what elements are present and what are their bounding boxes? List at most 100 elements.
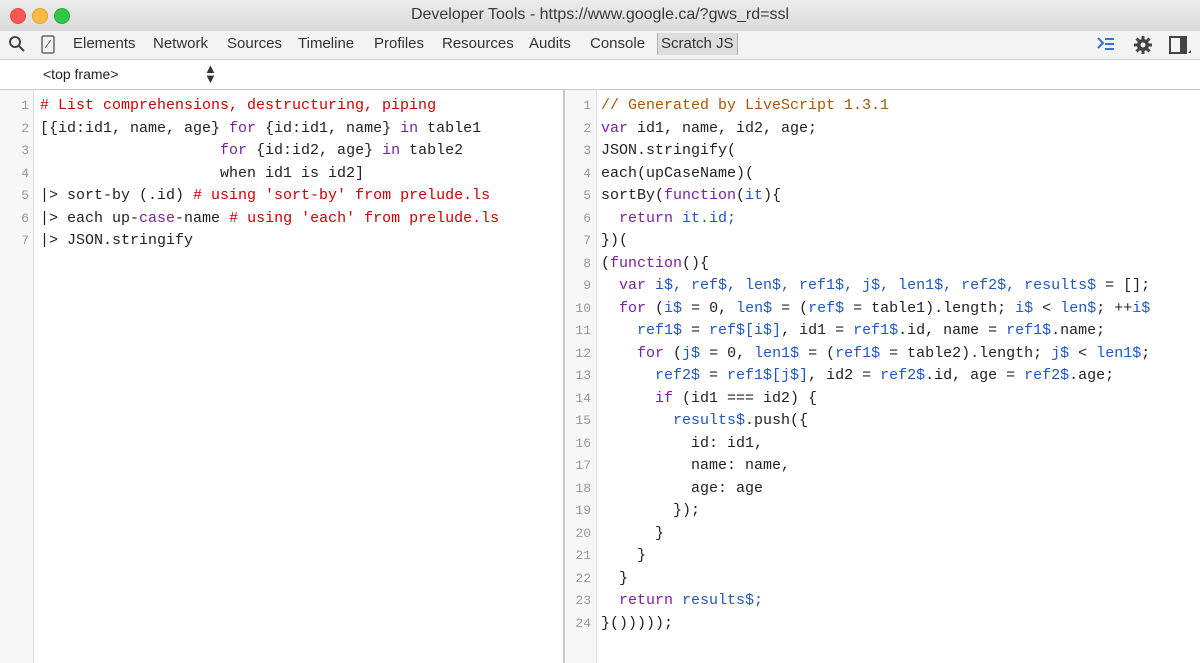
line-number: 12 — [575, 345, 591, 361]
line-number: 13 — [575, 368, 591, 383]
code-token: JSON.stringify( — [601, 142, 737, 159]
tab-audits[interactable]: Audits — [529, 35, 571, 52]
code-line[interactable]: return results$; — [601, 590, 763, 612]
line-number: 20 — [575, 525, 591, 541]
select-arrows-icon[interactable]: ▲ ▼ — [204, 62, 217, 85]
code-line[interactable]: } — [601, 568, 628, 590]
tab-resources[interactable]: Resources — [442, 35, 514, 52]
code-token: = — [682, 322, 710, 339]
code-line[interactable]: for {id:id2, age} in table2 — [40, 140, 463, 162]
code-line[interactable]: for (i$ = 0, len$ = (ref$ = table1).leng… — [601, 298, 1150, 320]
code-line[interactable]: return it.id; — [601, 208, 736, 230]
tab-scratch-js[interactable]: Scratch JS — [657, 33, 738, 55]
line-number: 23 — [575, 593, 591, 608]
code-token: var — [619, 277, 647, 294]
code-token: } — [601, 569, 629, 587]
code-line[interactable]: each(upCaseName)( — [601, 163, 754, 185]
code-token: return — [619, 592, 674, 609]
code-token: ( — [664, 344, 683, 362]
code-token: ){ — [763, 187, 782, 204]
device-mode-icon[interactable] — [41, 35, 55, 59]
code-token: }())))); — [601, 614, 674, 632]
code-token: table2 — [400, 142, 464, 159]
code-token: ref1$ — [637, 322, 683, 339]
code-line[interactable]: # List comprehensions, destructuring, pi… — [40, 95, 436, 117]
code-line[interactable]: JSON.stringify( — [601, 140, 736, 162]
code-token: sortBy( — [601, 187, 665, 204]
code-token: ref2$ — [655, 367, 701, 384]
code-token: ( — [646, 299, 665, 317]
code-token: ref1$ — [835, 344, 881, 362]
code-line[interactable]: }())))); — [601, 613, 673, 635]
code-line[interactable]: (function(){ — [601, 253, 709, 275]
code-line[interactable]: }); — [601, 500, 700, 522]
code-line[interactable]: ref2$ = ref1$[j$], id2 = ref2$.id, age =… — [601, 365, 1114, 387]
code-token: j$ — [682, 344, 701, 362]
tab-console[interactable]: Console — [590, 35, 645, 52]
code-token: in — [382, 142, 401, 159]
code-token: i$ — [1132, 299, 1151, 317]
code-token: var — [601, 119, 629, 137]
code-token: for — [229, 119, 257, 137]
line-number: 8 — [583, 255, 591, 271]
dock-side-icon[interactable] — [1169, 36, 1191, 59]
code-line[interactable]: if (id1 === id2) { — [601, 388, 817, 410]
code-token: return — [619, 209, 674, 227]
code-token: < — [1033, 299, 1061, 317]
code-line[interactable]: } — [601, 545, 646, 567]
tab-network[interactable]: Network — [153, 35, 208, 52]
code-token: id: id1, — [601, 434, 764, 452]
code-line[interactable]: })( — [601, 230, 628, 252]
code-line[interactable]: name: name, — [601, 455, 790, 477]
code-token: , id2 = — [808, 367, 881, 384]
code-line[interactable]: var i$, ref$, len$, ref1$, j$, len1$, re… — [601, 275, 1150, 297]
code-token: in — [400, 119, 419, 137]
tab-elements[interactable]: Elements — [73, 35, 136, 52]
code-token: results$; — [673, 592, 764, 609]
code-token: |> each up- — [40, 209, 140, 227]
line-number: 6 — [21, 210, 29, 226]
code-line[interactable]: |> each up-case-name # using 'each' from… — [40, 208, 499, 230]
tab-profiles[interactable]: Profiles — [374, 35, 424, 52]
line-number: 15 — [575, 413, 591, 428]
code-line[interactable]: |> JSON.stringify — [40, 230, 193, 252]
code-token: len$ — [1060, 299, 1097, 317]
code-line[interactable]: age: age — [601, 478, 763, 500]
code-token: for — [220, 142, 248, 159]
code-token: ref$[i$] — [709, 322, 782, 339]
code-line[interactable]: // Generated by LiveScript 1.3.1 — [601, 95, 889, 117]
code-line[interactable]: ref1$ = ref$[i$], id1 = ref1$.id, name =… — [601, 320, 1105, 342]
search-icon[interactable] — [8, 35, 26, 58]
code-token: results$ — [673, 412, 746, 429]
line-number: 7 — [21, 233, 29, 248]
line-number: 24 — [575, 615, 591, 631]
code-token: function — [610, 254, 683, 272]
code-token: } — [601, 547, 647, 564]
code-line[interactable]: results$.push({ — [601, 410, 808, 432]
code-line[interactable]: var id1, name, id2, age; — [601, 118, 817, 140]
livescript-editor[interactable]: 1 # List comprehensions, destructuring, p… — [0, 90, 563, 663]
code-line[interactable]: |> sort-by (.id) # using 'sort-by' from … — [40, 185, 490, 207]
tab-timeline[interactable]: Timeline — [298, 35, 354, 52]
code-token: each(upCaseName)( — [601, 164, 755, 182]
javascript-output-editor[interactable]: 1 // Generated by LiveScript 1.3.1 2 var id… — [565, 90, 1200, 663]
code-line[interactable]: id: id1, — [601, 433, 763, 455]
code-token: (){ — [682, 254, 710, 272]
tab-sources[interactable]: Sources — [227, 35, 282, 52]
code-token: .id, name = — [898, 322, 1007, 339]
code-token: ; ++ — [1096, 299, 1133, 317]
code-line[interactable]: sortBy(function(it){ — [601, 185, 781, 207]
code-line[interactable]: } — [601, 523, 664, 545]
code-line[interactable]: [{id:id1, name, age} for {id:id1, name} … — [40, 118, 481, 140]
gear-icon[interactable] — [1133, 35, 1153, 60]
title-bar: Developer Tools - https://www.google.ca/… — [0, 0, 1200, 31]
line-number: 5 — [583, 188, 591, 203]
drawer-toggle-icon[interactable] — [1097, 35, 1115, 58]
frame-selector[interactable]: <top frame> — [43, 66, 119, 82]
code-line[interactable]: for (j$ = 0, len1$ = (ref1$ = table2).le… — [601, 343, 1150, 365]
code-line[interactable]: when id1 is id2] — [40, 163, 364, 185]
